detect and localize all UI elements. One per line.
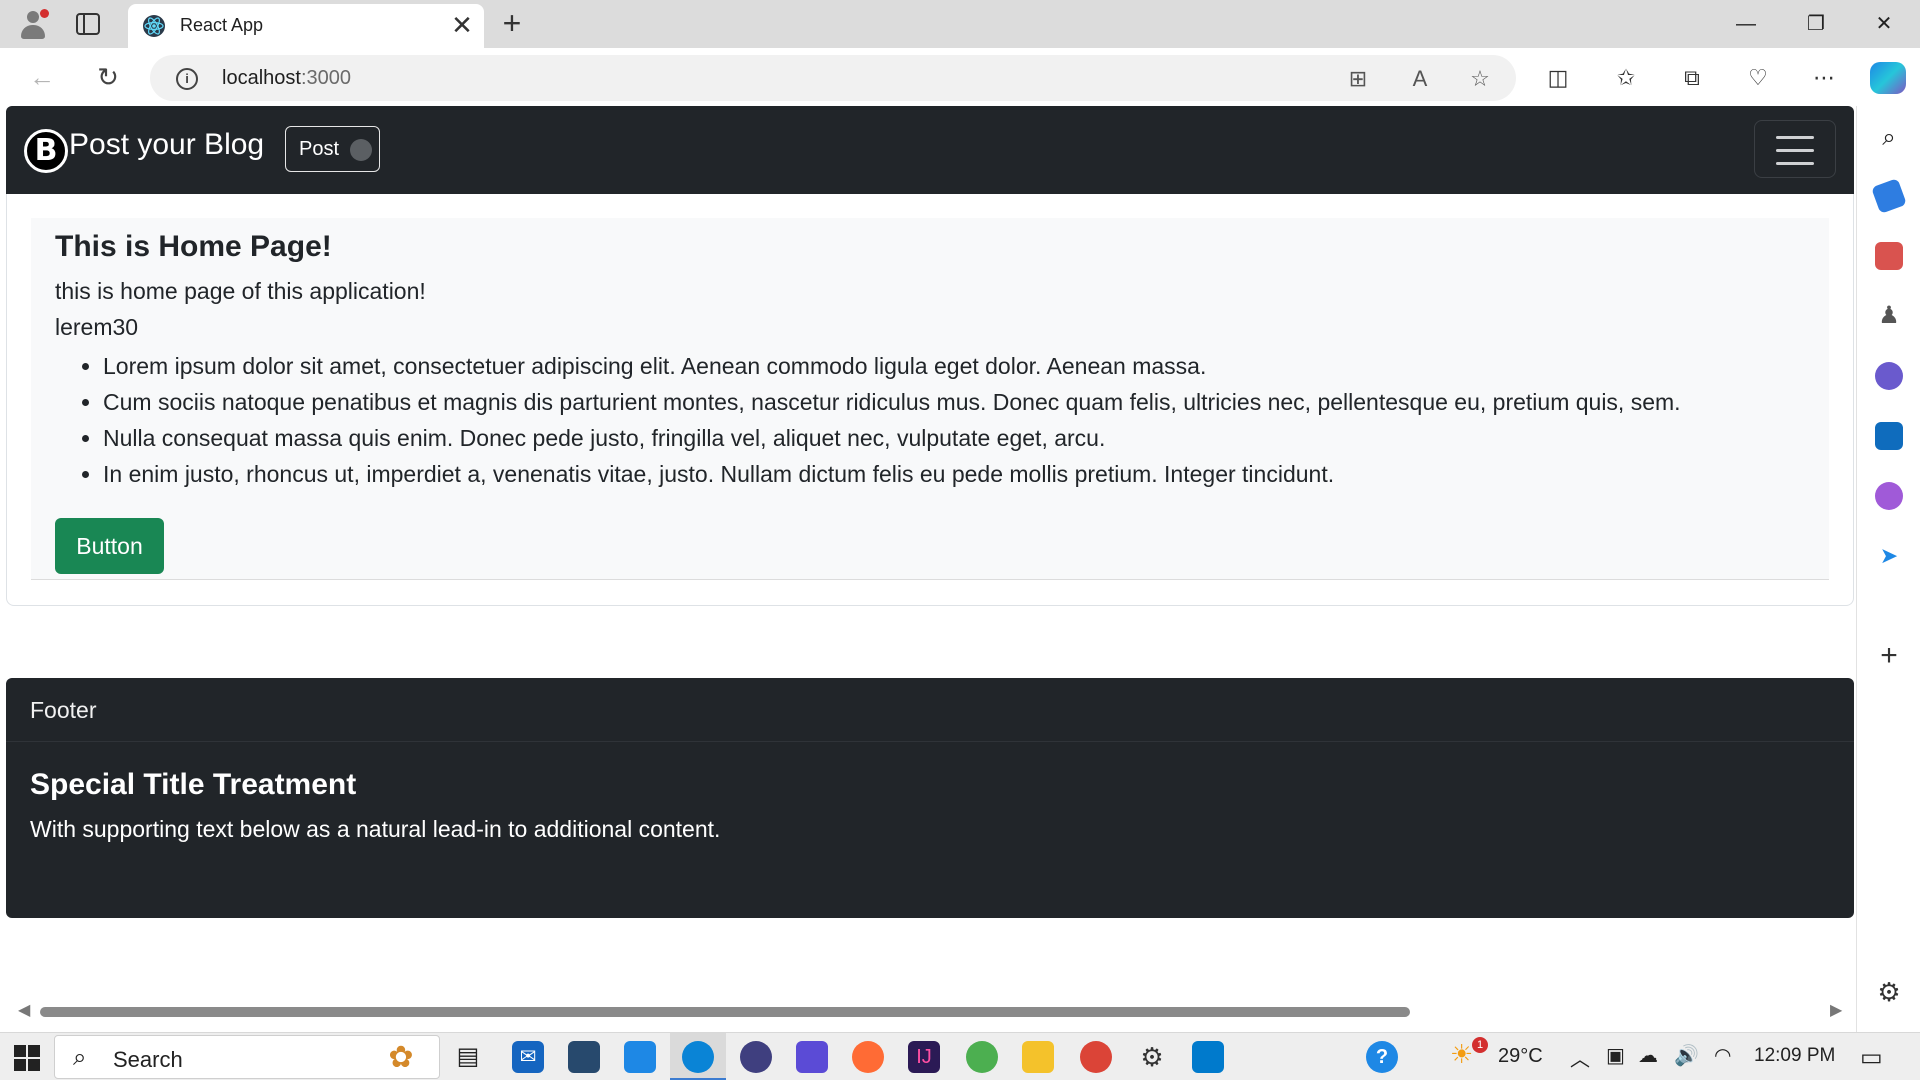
meet-now-icon[interactable]: ▣	[1606, 1043, 1625, 1068]
show-hidden-icons-icon[interactable]: ︿	[1570, 1043, 1590, 1072]
back-button[interactable]: ←	[24, 60, 60, 96]
home-lead: this is home page of this application!	[55, 278, 426, 304]
taskbar-search-box[interactable]: ⌕ Search ✿	[54, 1035, 440, 1079]
reload-button[interactable]: ↻	[90, 60, 126, 96]
eclipse-icon[interactable]	[740, 1041, 772, 1073]
notifications-icon[interactable]: ▭	[1860, 1043, 1883, 1072]
visual-studio-icon[interactable]	[796, 1041, 828, 1073]
tab-close-icon[interactable]: ✕	[448, 12, 476, 40]
new-tab-button[interactable]: +	[496, 7, 528, 40]
help-icon[interactable]: ?	[1366, 1041, 1398, 1073]
read-aloud-icon[interactable]: A	[1406, 65, 1434, 93]
favorites-icon[interactable]: ✩	[1610, 62, 1642, 94]
app-available-icon[interactable]: ⊞	[1344, 65, 1372, 93]
toolbox-icon[interactable]	[1875, 242, 1903, 270]
m365-icon[interactable]	[1875, 362, 1903, 390]
tab-actions-icon[interactable]	[76, 13, 100, 35]
windows-start-icon[interactable]	[14, 1045, 40, 1071]
outlook-icon[interactable]	[1875, 422, 1903, 450]
list-item: Cum sociis natoque penatibus et magnis d…	[103, 384, 1803, 420]
task-view-icon[interactable]: ▤	[452, 1041, 484, 1073]
close-window-button[interactable]: ✕	[1852, 0, 1916, 48]
microsoft-store-icon[interactable]	[624, 1041, 656, 1073]
search-highlight-icon: ✿	[388, 1041, 414, 1074]
search-icon[interactable]: ⌕	[1875, 124, 1903, 152]
onedrive-cloud-icon[interactable]: ☁	[1638, 1043, 1658, 1068]
react-logo-icon	[143, 15, 165, 37]
tab-react-app[interactable]: React App ✕	[128, 4, 484, 48]
file-explorer-icon[interactable]	[1022, 1041, 1054, 1073]
list-item: Nulla consequat massa quis enim. Donec p…	[103, 420, 1803, 456]
taskbar-search-placeholder: Search	[113, 1047, 183, 1072]
weather-temperature[interactable]: 29°C	[1498, 1045, 1543, 1068]
split-screen-icon[interactable]: ◫	[1542, 62, 1574, 94]
minimize-button[interactable]: —	[1714, 0, 1778, 48]
send-icon[interactable]: ➤	[1875, 542, 1903, 570]
footer-header-text: Footer	[30, 697, 97, 723]
vscode-icon[interactable]	[1192, 1041, 1224, 1073]
chrome-icon[interactable]	[1080, 1041, 1112, 1073]
toggle-knob	[350, 139, 372, 161]
search-icon: ⌕	[73, 1044, 87, 1071]
home-title: This is Home Page!	[55, 230, 332, 263]
home-card: This is Home Page! this is home page of …	[6, 194, 1854, 606]
jumbotron: This is Home Page! this is home page of …	[31, 218, 1829, 580]
site-info-icon[interactable]: i	[176, 68, 198, 90]
browser-essentials-icon[interactable]: ♡	[1742, 62, 1774, 94]
designer-icon[interactable]	[1875, 482, 1903, 510]
weather-icon[interactable]: ☀	[1450, 1039, 1473, 1070]
taskbar-clock[interactable]: 12:09 PM	[1754, 1045, 1835, 1067]
scroll-right-arrow-icon[interactable]: ▶	[1830, 1000, 1842, 1020]
edge-browser-icon[interactable]	[682, 1041, 714, 1073]
intellij-icon[interactable]: IJ	[908, 1041, 940, 1073]
copilot-icon[interactable]	[1870, 62, 1906, 94]
footer-card: Footer Special Title Treatment With supp…	[6, 678, 1854, 918]
settings-and-more-icon[interactable]: ⋯	[1808, 62, 1840, 94]
footer-text: With supporting text below as a natural …	[30, 816, 721, 842]
edge-sidebar: ⌕ ♟ ➤ + ⚙	[1856, 106, 1920, 1032]
games-icon[interactable]: ♟	[1875, 302, 1903, 330]
add-favorite-icon[interactable]: ☆	[1466, 65, 1494, 93]
horizontal-scrollbar[interactable]: ◀ ▶	[0, 1000, 1856, 1022]
windows-taskbar: ⌕ Search ✿ ▤ ✉ IJ ⚙ ? ☀ 1 29°C ︿ ▣ ☁ 🔊 ◠…	[0, 1032, 1920, 1080]
post-toggle-label: Post	[299, 138, 340, 160]
snipping-tool-icon[interactable]	[568, 1041, 600, 1073]
add-sidebar-item-icon[interactable]: +	[1875, 641, 1903, 671]
scrollbar-thumb[interactable]	[40, 1007, 1410, 1017]
notification-dot	[40, 9, 49, 18]
scroll-left-arrow-icon[interactable]: ◀	[18, 1000, 30, 1020]
restore-button[interactable]: ❐	[1784, 0, 1848, 48]
url-text[interactable]: localhost:3000	[222, 67, 351, 90]
spring-tool-icon[interactable]	[966, 1041, 998, 1073]
page-viewport: B Post your Blog Post This is Home Page!…	[0, 106, 1856, 1032]
navbar-toggler-button[interactable]	[1754, 120, 1836, 178]
volume-icon[interactable]: 🔊	[1674, 1043, 1699, 1068]
settings-gear-icon[interactable]: ⚙	[1136, 1041, 1168, 1073]
mail-icon[interactable]: ✉	[512, 1041, 544, 1073]
home-subtitle: lerem30	[55, 314, 139, 340]
weather-badge: 1	[1472, 1037, 1488, 1053]
blogger-logo-icon[interactable]: B	[24, 129, 68, 173]
collections-icon[interactable]: ⧉	[1676, 62, 1708, 94]
browser-toolbar: ← ↻ i localhost:3000 ⊞ A ☆ ◫ ✩ ⧉ ♡ ⋯	[0, 48, 1920, 106]
profile-avatar-icon[interactable]	[16, 7, 50, 41]
list-item: In enim justo, rhoncus ut, imperdiet a, …	[103, 456, 1803, 492]
address-bar[interactable]: i localhost:3000 ⊞ A ☆	[150, 55, 1516, 101]
footer-title: Special Title Treatment	[30, 768, 357, 801]
tag-icon[interactable]	[1871, 178, 1907, 214]
list-item: Lorem ipsum dolor sit amet, consectetuer…	[103, 348, 1803, 384]
postman-icon[interactable]	[852, 1041, 884, 1073]
lorem-list: Lorem ipsum dolor sit amet, consectetuer…	[103, 348, 1803, 492]
browser-tab-strip: React App ✕ + — ❐ ✕	[0, 0, 1920, 48]
sidebar-settings-icon[interactable]: ⚙	[1875, 978, 1903, 1006]
tab-title: React App	[180, 15, 264, 35]
app-navbar: B Post your Blog Post	[6, 106, 1854, 194]
wifi-icon[interactable]: ◠	[1714, 1043, 1731, 1068]
brand-link[interactable]: Post your Blog	[69, 128, 264, 162]
home-button[interactable]: Button	[55, 518, 164, 574]
footer-header: Footer	[6, 678, 1854, 742]
post-toggle-switch[interactable]: Post	[285, 126, 380, 172]
